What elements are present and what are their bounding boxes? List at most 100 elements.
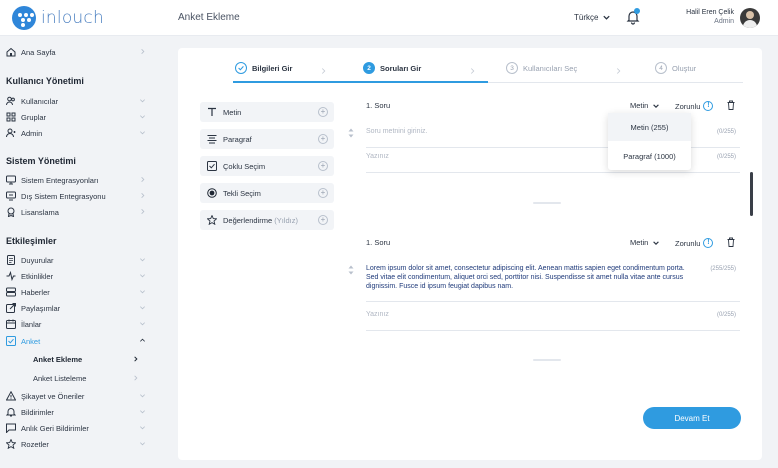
avatar[interactable] [740, 8, 760, 28]
plus-icon[interactable]: + [318, 161, 328, 171]
sidebar-item-groups[interactable]: Gruplar [6, 110, 154, 124]
users-icon [6, 96, 15, 106]
sidebar-item-notifications[interactable]: Bildirimler [6, 405, 154, 419]
sidebar-item-label: Haberler [21, 287, 50, 297]
palette-item-multi-choice[interactable]: Çoklu Seçim + [200, 156, 334, 176]
monitor-icon [6, 175, 16, 185]
char-counter: (0/255) [716, 129, 736, 135]
sidebar-item-shares[interactable]: Paylaşımlar [6, 301, 154, 315]
sidebar-item-system-integrations[interactable]: Sistem Entegrasyonları [6, 173, 154, 187]
plus-icon[interactable]: + [318, 107, 328, 117]
palette-item-text[interactable]: Metin + [200, 102, 334, 122]
paragraph-icon [207, 135, 216, 144]
question-resize-handle[interactable] [533, 202, 561, 204]
sidebar-item-badges[interactable]: Rozetler [6, 437, 154, 451]
sidebar-subitem-add-survey[interactable]: Anket Ekleme [33, 355, 82, 364]
chevron-down-icon [140, 290, 145, 294]
survey-editor-card: Bilgileri Gir 2 Soruları Gir 3 Kullanıcı… [178, 48, 762, 460]
palette-item-rating[interactable]: Değerlendirme (Yıldız) + [200, 210, 334, 230]
answer-placeholder: Yazınız [366, 153, 389, 160]
scrollbar-thumb[interactable] [750, 172, 753, 216]
trash-icon[interactable] [726, 237, 736, 247]
question-type-value: Metin [630, 238, 649, 247]
trash-icon[interactable] [726, 100, 736, 110]
message-icon [6, 423, 16, 433]
top-bar: inlouch Anket Ekleme Türkçe Halil Eren Ç… [0, 0, 778, 36]
question-text-value: Lorem ipsum dolor sit amet, consectetur … [366, 265, 685, 290]
step-info[interactable]: Bilgileri Gir [235, 62, 292, 74]
answer-input[interactable]: Yazınız (0/255) [366, 311, 740, 331]
chevron-right-icon [134, 375, 138, 381]
chevron-down-icon [603, 15, 611, 20]
info-icon[interactable]: ! [703, 101, 714, 111]
sidebar-item-news[interactable]: Haberler [6, 285, 154, 299]
sidebar-item-events[interactable]: Etkinlikler [6, 269, 154, 283]
chevron-down-icon [140, 322, 145, 326]
char-counter: (0/255) [716, 154, 736, 160]
sidebar-item-label: Ana Sayfa [21, 47, 56, 57]
sidebar-item-licensing[interactable]: Lisanslama [6, 205, 154, 219]
sidebar-item-admin[interactable]: Admin [6, 126, 154, 140]
question-resize-handle[interactable] [533, 359, 561, 361]
dropdown-option-paragraph[interactable]: Paragraf (1000) [608, 142, 691, 170]
question-text-input[interactable]: Lorem ipsum dolor sit amet, consectetur … [366, 264, 740, 302]
chevron-down-icon [140, 442, 145, 446]
step-users[interactable]: 3 Kullanıcıları Seç [506, 62, 577, 74]
sidebar-item-label: Rozetler [21, 439, 49, 449]
plus-icon[interactable]: + [318, 215, 328, 225]
logo[interactable]: inlouch [12, 6, 104, 30]
chevron-down-icon [140, 131, 145, 135]
step-create[interactable]: 4 Oluştur [655, 62, 696, 74]
chevron-down-icon [140, 115, 145, 119]
drag-handle-icon[interactable] [348, 265, 354, 275]
sidebar-item-listings[interactable]: İlanlar [6, 317, 154, 331]
plus-icon[interactable]: + [318, 188, 328, 198]
sidebar-item-instant-feedback[interactable]: Anlık Geri Bildirimler [6, 421, 154, 435]
sidebar-item-home[interactable]: Ana Sayfa [6, 45, 154, 59]
sidebar-subitem-list-surveys[interactable]: Anket Listeleme [33, 374, 86, 383]
sidebar-item-label: Duyurular [21, 255, 54, 265]
info-icon[interactable]: ! [703, 238, 714, 248]
check-circle-icon [235, 62, 247, 74]
plus-icon[interactable]: + [318, 134, 328, 144]
sidebar-item-label: Kullanıcılar [21, 96, 59, 106]
palette-item-single-choice[interactable]: Tekli Seçim + [200, 183, 334, 203]
sidebar-item-external-integration[interactable]: Dış Sistem Entegrasyonu [6, 189, 154, 203]
question-text-placeholder: Soru metnini giriniz. [366, 128, 428, 135]
chevron-right-icon [134, 356, 138, 362]
text-icon [207, 107, 216, 116]
required-toggle[interactable]: Zorunlu ! [675, 101, 714, 111]
step-number: 4 [655, 62, 667, 74]
continue-button[interactable]: Devam Et [643, 407, 741, 429]
chevron-down-icon [140, 99, 145, 103]
language-label: Türkçe [574, 13, 599, 22]
user-name: Halil Eren Çelik [686, 9, 734, 16]
stepper-progress [233, 81, 488, 83]
step-number: 3 [506, 62, 518, 74]
sidebar-item-label: Admin [21, 128, 43, 138]
question-type-select[interactable]: Metin [630, 101, 660, 110]
chevron-down-icon [140, 426, 145, 430]
sidebar-item-label: Şikayet ve Öneriler [21, 391, 85, 401]
dropdown-option-text[interactable]: Metin (255) [608, 113, 691, 141]
palette-item-paragraph[interactable]: Paragraf + [200, 129, 334, 149]
language-selector[interactable]: Türkçe [574, 13, 611, 22]
logo-icon [12, 6, 36, 30]
external-system-icon [6, 191, 16, 201]
question-label: 1. Soru [366, 238, 391, 247]
sidebar-item-label: Bildirimler [21, 407, 54, 417]
step-questions[interactable]: 2 Soruları Gir [363, 62, 421, 74]
sidebar-item-announcements[interactable]: Duyurular [6, 253, 154, 267]
required-toggle[interactable]: Zorunlu ! [675, 238, 714, 248]
palette-item-label: Metin [223, 107, 242, 117]
sidebar-item-complaints[interactable]: Şikayet ve Öneriler [6, 389, 154, 403]
question-type-select[interactable]: Metin [630, 238, 660, 247]
sidebar-item-label: Lisanslama [21, 207, 59, 217]
answer-placeholder: Yazınız [366, 311, 389, 318]
chevron-down-icon [140, 306, 145, 310]
chevron-right-icon [470, 68, 475, 74]
sidebar-item-users[interactable]: Kullanıcılar [6, 94, 154, 108]
sidebar-item-survey[interactable]: Anket [6, 334, 154, 348]
drag-handle-icon[interactable] [348, 128, 354, 138]
step-label: Kullanıcıları Seç [523, 63, 578, 73]
